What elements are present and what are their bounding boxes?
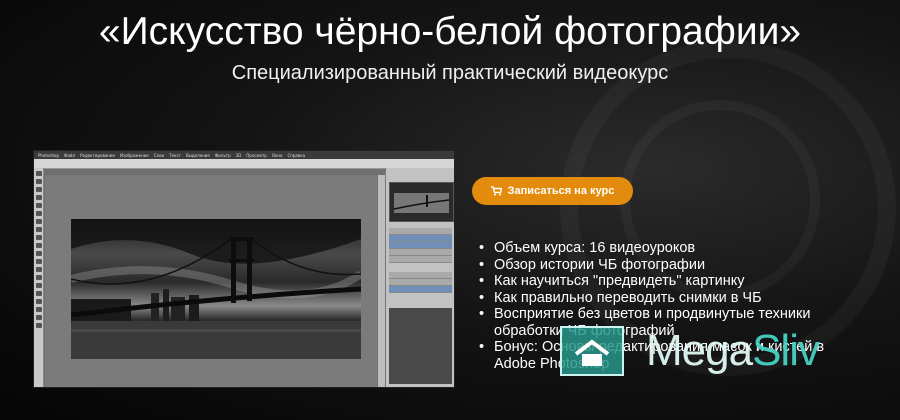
page-title: «Искусство чёрно-белой фотографии» [98, 10, 802, 53]
list-item: Обзор истории ЧБ фотографии [478, 257, 858, 274]
preview-menu-item: Текст [169, 152, 182, 158]
watermark-text: MegaSliv [646, 326, 820, 375]
preview-menu-item: Изображение [119, 152, 149, 158]
page-subtitle: Специализированный практический видеокур… [231, 62, 669, 84]
preview-menu-item: Редактирование [80, 152, 115, 158]
preview-menu-item: Фильтр [214, 152, 231, 158]
preview-scrollbar [378, 175, 385, 387]
preview-menu-item: Файл [64, 152, 76, 158]
watermark: MegaSliv [560, 322, 850, 380]
preview-panels [385, 168, 454, 387]
preview-menu-item: Просмотр [246, 152, 267, 158]
cart-icon [490, 186, 503, 196]
course-preview-screenshot: Photoshop Файл Редактирование Изображение Сл… [33, 150, 455, 388]
preview-toolbox [34, 168, 44, 387]
preview-menubar: Photoshop Файл Редактирование Изображение Сл… [34, 151, 454, 159]
preview-layers-panel [389, 308, 452, 384]
preview-menu-item: Слои [153, 152, 165, 158]
watermark-house-icon [560, 326, 624, 376]
enroll-button-label: Записаться на курс [507, 185, 615, 197]
bridge-illustration [71, 219, 361, 359]
bridge-photo [71, 219, 361, 359]
preview-navigator-thumb [389, 182, 454, 222]
preview-canvas [45, 175, 377, 387]
list-item: Как научиться "предвидеть" картинку [478, 273, 858, 290]
preview-menu-item: Окно [271, 152, 283, 158]
list-item: Объем курса: 16 видеоуроков [478, 240, 858, 257]
preview-menu-item: Photoshop [38, 152, 60, 158]
preview-menu-item: Справка [287, 152, 306, 158]
enroll-button[interactable]: Записаться на курс [472, 177, 633, 205]
preview-menu-item: 3D [235, 152, 242, 158]
list-item: Как правильно переводить снимки в ЧБ [478, 290, 858, 307]
preview-menu-item: Выделение [186, 152, 210, 158]
